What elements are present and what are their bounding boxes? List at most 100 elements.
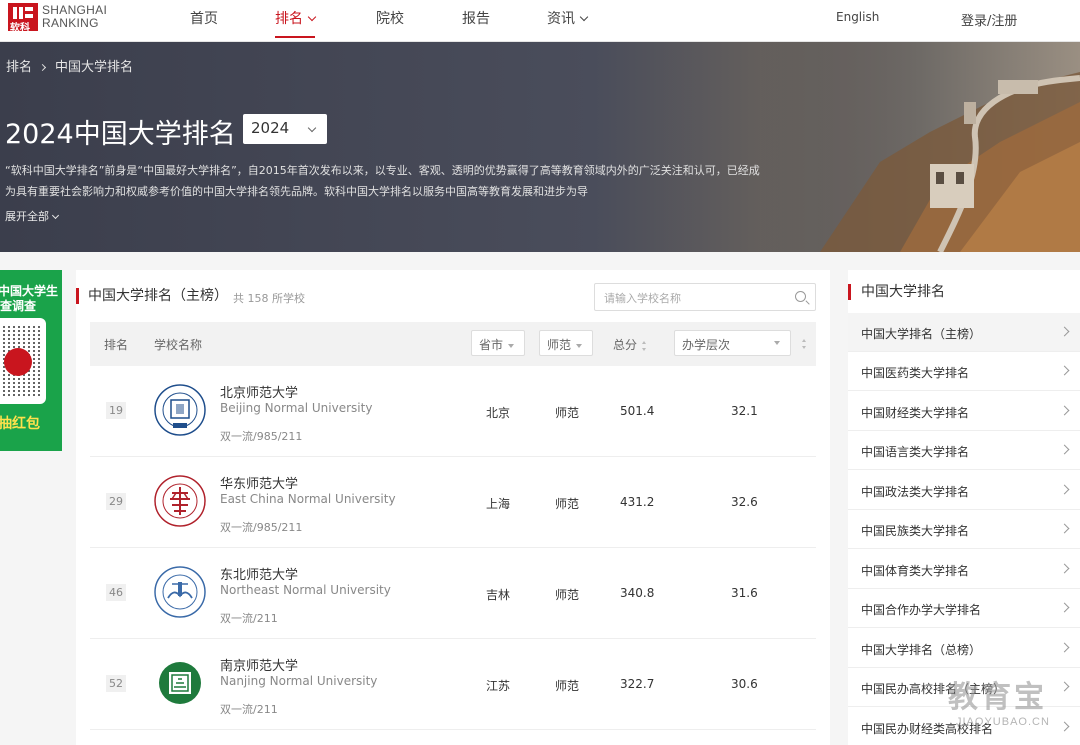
nav-universities[interactable]: 院校 [376, 8, 404, 28]
rank-badge: 46 [106, 584, 126, 601]
sidebar-item-label: 中国语言类大学排名 [861, 445, 970, 459]
university-english-name: Nanjing Normal University [220, 674, 378, 688]
chevron-right-icon [1059, 444, 1070, 455]
table-row[interactable]: 29 华东师范大学 East China Normal University 双… [90, 457, 816, 548]
university-name[interactable]: 华东师范大学 [220, 473, 298, 492]
great-wall-illustration [760, 42, 1080, 252]
nav-home-label: 首页 [190, 11, 218, 27]
sidebar-item-label: 中国医药类大学排名 [861, 366, 970, 380]
english-link[interactable]: English [836, 10, 879, 24]
chevron-right-icon [1059, 365, 1070, 376]
university-english-name: Beijing Normal University [220, 401, 373, 415]
level-cell: 30.6 [731, 677, 758, 691]
chevron-right-icon [38, 63, 47, 72]
breadcrumb-ranking[interactable]: 排名 [6, 60, 32, 75]
promo-line3: 抽红包 [0, 416, 40, 432]
type-cell: 师范 [555, 406, 580, 420]
province-filter-label: 省市 [479, 338, 504, 352]
qr-code-icon [0, 318, 46, 404]
sidebar-item-language[interactable]: 中国语言类大学排名 [848, 431, 1080, 470]
shanghai-ranking-logo[interactable]: 软科 SHANGHAI RANKING [8, 3, 107, 34]
rank-badge: 29 [106, 493, 126, 510]
sidebar-item-main[interactable]: 中国大学排名（主榜） [848, 313, 1080, 352]
page-title: 2024中国大学排名 [5, 119, 236, 150]
nav-home[interactable]: 首页 [190, 8, 218, 28]
caret-down-icon [508, 343, 515, 348]
chevron-right-icon [1059, 484, 1070, 495]
level-filter[interactable]: 办学层次 [674, 330, 791, 356]
col-score-label: 总分 [613, 338, 638, 352]
sidebar-item-label: 中国大学排名（主榜） [861, 327, 982, 341]
province-cell: 北京 [486, 406, 511, 420]
university-english-name: East China Normal University [220, 492, 396, 506]
table-row[interactable]: 46 东北师范大学 Northeast Normal University 双一… [90, 548, 816, 639]
chevron-down-icon [579, 12, 589, 22]
nav-news[interactable]: 资讯 [547, 8, 589, 28]
logo-cn: 软科 [10, 23, 30, 34]
table-header: 排名 学校名称 省市 师范 总分 办学层次 [90, 322, 816, 366]
sidebar-item-sports[interactable]: 中国体育类大学排名 [848, 550, 1080, 589]
sidebar-item-finance[interactable]: 中国财经类大学排名 [848, 392, 1080, 431]
search-icon[interactable] [795, 291, 806, 302]
nav-ranking[interactable]: 排名 [275, 8, 317, 38]
nav-universities-label: 院校 [376, 11, 404, 27]
score-cell: 340.8 [620, 586, 655, 600]
search-input[interactable]: 请输入学校名称 [594, 283, 816, 311]
score-cell: 431.2 [620, 495, 655, 509]
table-row[interactable]: 19 北京师范大学 Beijing Normal University 双一流/… [90, 366, 816, 457]
login-register-link[interactable]: 登录/注册 [961, 10, 1017, 29]
type-filter[interactable]: 师范 [539, 330, 593, 356]
type-cell: 师范 [555, 588, 580, 602]
province-filter[interactable]: 省市 [471, 330, 525, 356]
col-score[interactable]: 总分 [613, 336, 647, 353]
sidebar-title: 中国大学排名 [848, 284, 945, 300]
watermark-url: JIAOYUBAO.CN [956, 716, 1050, 728]
sidebar-item-ethnic[interactable]: 中国民族类大学排名 [848, 510, 1080, 549]
university-name[interactable]: 东北师范大学 [220, 564, 298, 583]
nav-ranking-label: 排名 [275, 11, 303, 27]
level-cell: 31.6 [731, 586, 758, 600]
caret-down-icon [774, 341, 780, 345]
promo-line2: 查调查 [0, 299, 37, 313]
rank-badge: 19 [106, 402, 126, 419]
score-cell: 501.4 [620, 404, 655, 418]
university-name[interactable]: 北京师范大学 [220, 382, 298, 401]
top-nav: 软科 SHANGHAI RANKING 首页 排名 院校 报告 资讯 Engli… [0, 0, 1080, 42]
university-tags: 双一流/985/211 [220, 430, 303, 443]
province-cell: 上海 [486, 497, 511, 511]
sidebar-item-medicine[interactable]: 中国医药类大学排名 [848, 352, 1080, 391]
search-placeholder: 请输入学校名称 [604, 292, 681, 305]
sidebar-item-overall[interactable]: 中国大学排名（总榜） [848, 629, 1080, 668]
col-name: 学校名称 [154, 338, 203, 352]
university-name[interactable]: 南京师范大学 [220, 655, 298, 674]
type-cell: 师范 [555, 679, 580, 693]
sidebar-item-label: 中国政法类大学排名 [861, 485, 970, 499]
province-cell: 吉林 [486, 588, 511, 602]
sidebar-item-joint[interactable]: 中国合作办学大学排名 [848, 589, 1080, 628]
chevron-down-icon [51, 211, 60, 220]
nav-reports[interactable]: 报告 [462, 8, 490, 28]
level-cell: 32.1 [731, 404, 758, 418]
watermark: 教育宝 JIAOYUBAO.CN [948, 672, 1050, 728]
ecnu-emblem-icon [154, 475, 206, 527]
table-row[interactable]: 52 南京师范大学 Nanjing Normal University 双一流/… [90, 639, 816, 730]
sidebar-item-label: 中国民族类大学排名 [861, 524, 970, 538]
watermark-cn: 教育宝 [948, 680, 1047, 715]
nav-reports-label: 报告 [462, 11, 490, 27]
chevron-right-icon [1059, 602, 1070, 613]
expand-all-link[interactable]: 展开全部 [5, 208, 60, 224]
chevron-right-icon [1059, 681, 1070, 692]
chevron-right-icon [1059, 721, 1070, 732]
sidebar-item-law[interactable]: 中国政法类大学排名 [848, 471, 1080, 510]
university-english-name: Northeast Normal University [220, 583, 391, 597]
survey-promo[interactable]: 中国大学生 查调查 抽红包 [0, 270, 62, 451]
level-filter-label: 办学层次 [682, 338, 731, 352]
university-tags: 双一流/211 [220, 703, 278, 716]
year-select[interactable]: 2024 [243, 114, 327, 144]
sort-icon [642, 340, 647, 351]
province-cell: 江苏 [486, 679, 511, 693]
expand-label: 展开全部 [5, 210, 49, 223]
sort-icon[interactable] [802, 339, 807, 349]
nenu-emblem-icon [154, 566, 206, 618]
type-filter-label: 师范 [547, 338, 572, 352]
